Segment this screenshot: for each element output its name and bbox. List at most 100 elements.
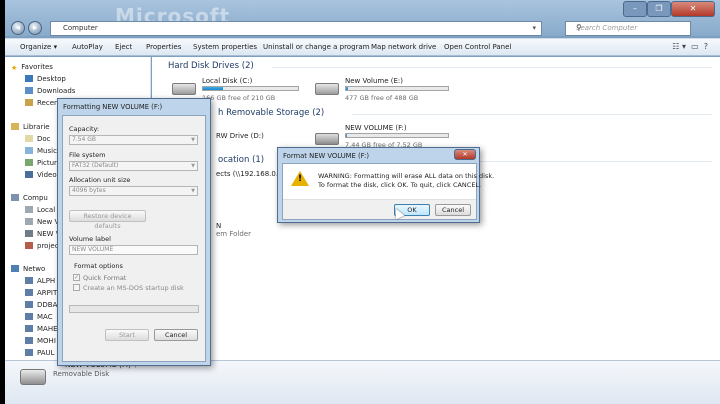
msdos-startup-label: Create an MS-DOS startup disk bbox=[83, 284, 184, 292]
quick-format-label: Quick Format bbox=[83, 274, 127, 282]
close-button[interactable]: ✕ bbox=[454, 149, 476, 160]
eject-button[interactable]: Eject bbox=[115, 43, 132, 51]
sidebar-item-videos[interactable]: Video bbox=[25, 171, 57, 179]
computer-icon bbox=[25, 349, 33, 356]
properties-button[interactable]: Properties bbox=[146, 43, 181, 51]
drive-name-f[interactable]: NEW VOLUME (F:) bbox=[345, 124, 407, 132]
close-button[interactable]: ✕ bbox=[671, 1, 715, 17]
sidebar-item-local-disk[interactable]: Local bbox=[25, 206, 55, 214]
restore-defaults-button[interactable]: Restore device defaults bbox=[69, 210, 146, 230]
search-input[interactable]: Search Computer ⚲ bbox=[565, 21, 691, 36]
volume-label-value: NEW VOLUME bbox=[72, 246, 114, 253]
group-divider bbox=[272, 67, 712, 68]
open-control-panel-button[interactable]: Open Control Panel bbox=[444, 43, 511, 51]
star-icon: ★ bbox=[11, 64, 18, 72]
system-properties-button[interactable]: System properties bbox=[193, 43, 257, 51]
sidebar-item-libraries[interactable]: Librarie bbox=[11, 123, 50, 131]
documents-icon bbox=[25, 135, 33, 142]
group-header-network-location[interactable]: ocation (1) bbox=[218, 155, 264, 165]
sidebar-item-pictures[interactable]: Pictur bbox=[25, 159, 57, 167]
sidebar-item-projects[interactable]: projec bbox=[25, 242, 59, 250]
sidebar-item-new-volume-f[interactable]: NEW V bbox=[25, 230, 61, 238]
sidebar-item-network-pc[interactable]: ALPH bbox=[25, 277, 55, 285]
cancel-button[interactable]: Cancel bbox=[154, 329, 198, 341]
computer-icon bbox=[11, 194, 19, 201]
msdos-startup-checkbox[interactable] bbox=[73, 284, 80, 291]
group-header-removable[interactable]: h Removable Storage (2) bbox=[218, 108, 324, 118]
warning-message-line2: To format the disk, click OK. To quit, c… bbox=[318, 181, 482, 189]
allocation-unit-select[interactable]: 4096 bytes ▼ bbox=[69, 186, 198, 196]
downloads-icon bbox=[25, 87, 33, 94]
details-pane: NEW VOLUME (F:) Space used: Removable Di… bbox=[5, 360, 720, 404]
format-dialog-body: Capacity: 7.54 GB ▼ File system FAT32 (De… bbox=[62, 115, 206, 362]
sidebar-item-network-pc[interactable]: MOHI bbox=[25, 337, 56, 345]
allocation-unit-label: Allocation unit size bbox=[69, 176, 131, 184]
address-bar[interactable]: Computer ▾ bbox=[50, 21, 542, 36]
search-icon[interactable]: ⚲ bbox=[576, 23, 686, 32]
drive-icon bbox=[25, 206, 33, 213]
drive-name-c[interactable]: Local Disk (C:) bbox=[202, 77, 252, 85]
dialog-title: Formatting NEW VOLUME (F:) bbox=[63, 103, 163, 111]
start-button[interactable]: Start bbox=[105, 329, 149, 341]
pictures-icon bbox=[25, 159, 33, 166]
command-bar: Organize ▾ AutoPlay Eject Properties Sys… bbox=[5, 38, 720, 56]
autoplay-button[interactable]: AutoPlay bbox=[72, 43, 103, 51]
details-drive-type: Removable Disk bbox=[53, 370, 110, 378]
sidebar-item-new-volume-e[interactable]: New V bbox=[25, 218, 59, 226]
sidebar-item-desktop[interactable]: Desktop bbox=[25, 75, 66, 83]
allocation-unit-value: 4096 bytes bbox=[72, 187, 106, 194]
maximize-button[interactable]: ❐ bbox=[647, 1, 671, 17]
sidebar-item-network-pc[interactable]: ARPIT bbox=[25, 289, 57, 297]
address-crumb[interactable]: Computer bbox=[63, 24, 98, 32]
file-system-value: FAT32 (Default) bbox=[72, 162, 119, 169]
hard-drive-icon bbox=[315, 83, 339, 95]
quick-format-checkbox[interactable]: ✓ bbox=[73, 274, 80, 281]
back-button[interactable]: ◂ bbox=[11, 21, 25, 35]
libraries-icon bbox=[11, 123, 19, 130]
other-item-name[interactable]: N bbox=[216, 222, 221, 230]
chevron-down-icon[interactable]: ▾ bbox=[532, 24, 536, 32]
computer-icon bbox=[25, 325, 33, 332]
sidebar-item-recent[interactable]: Recen bbox=[25, 99, 58, 107]
volume-label-input[interactable]: NEW VOLUME bbox=[69, 245, 198, 255]
drive-usage-fill bbox=[203, 87, 223, 90]
sidebar-item-documents[interactable]: Doc bbox=[25, 135, 51, 143]
sidebar-item-network-pc[interactable]: MAC bbox=[25, 313, 53, 321]
other-item-type: em Folder bbox=[216, 230, 251, 238]
sidebar-item-favorites[interactable]: ★ Favorites bbox=[11, 63, 53, 72]
sidebar-item-music[interactable]: Music bbox=[25, 147, 57, 155]
dialog-title: Format NEW VOLUME (F:) bbox=[283, 152, 369, 160]
capacity-select[interactable]: 7.54 GB ▼ bbox=[69, 135, 198, 145]
drive-name-d[interactable]: RW Drive (D:) bbox=[216, 132, 264, 140]
capacity-label: Capacity: bbox=[69, 125, 100, 133]
uninstall-program-button[interactable]: Uninstall or change a program bbox=[263, 43, 370, 51]
recent-places-icon bbox=[25, 99, 33, 106]
sidebar-item-network-pc[interactable]: PAUL bbox=[25, 349, 55, 357]
minimize-button[interactable]: – bbox=[623, 1, 647, 17]
file-system-select[interactable]: FAT32 (Default) ▼ bbox=[69, 161, 198, 171]
drive-usage-fill bbox=[346, 134, 348, 137]
warning-mark: ! bbox=[298, 174, 303, 184]
forward-button[interactable]: ▸ bbox=[28, 21, 42, 35]
format-dialog: Formatting NEW VOLUME (F:) Capacity: 7.5… bbox=[57, 98, 211, 366]
group-header-hard-disks[interactable]: Hard Disk Drives (2) bbox=[168, 61, 254, 71]
sidebar-item-computer[interactable]: Compu bbox=[11, 194, 48, 202]
warning-dialog-body: ! WARNING: Formatting will erase ALL dat… bbox=[282, 163, 494, 220]
chevron-down-icon: ▼ bbox=[191, 163, 195, 169]
view-options-icon[interactable]: ☷ ▾ ▭ ? bbox=[672, 42, 708, 51]
sidebar-item-network-pc[interactable]: DDBA bbox=[25, 301, 57, 309]
map-network-drive-button[interactable]: Map network drive bbox=[371, 43, 436, 51]
network-icon bbox=[11, 265, 19, 272]
network-drive-icon bbox=[25, 242, 33, 249]
sidebar-item-downloads[interactable]: Downloads bbox=[25, 87, 75, 95]
drive-usage-bar-e bbox=[345, 86, 449, 91]
sidebar-item-network[interactable]: Netwo bbox=[11, 265, 45, 273]
desktop-icon bbox=[25, 75, 33, 82]
drive-name-e[interactable]: New Volume (E:) bbox=[345, 77, 403, 85]
sidebar-item-network-pc[interactable]: MAHE bbox=[25, 325, 58, 333]
cancel-button[interactable]: Cancel bbox=[435, 204, 471, 216]
hard-drive-icon bbox=[172, 83, 196, 95]
drive-usage-bar-c bbox=[202, 86, 299, 91]
volume-label-label: Volume label bbox=[69, 235, 111, 243]
organize-button[interactable]: Organize ▾ bbox=[20, 43, 57, 51]
